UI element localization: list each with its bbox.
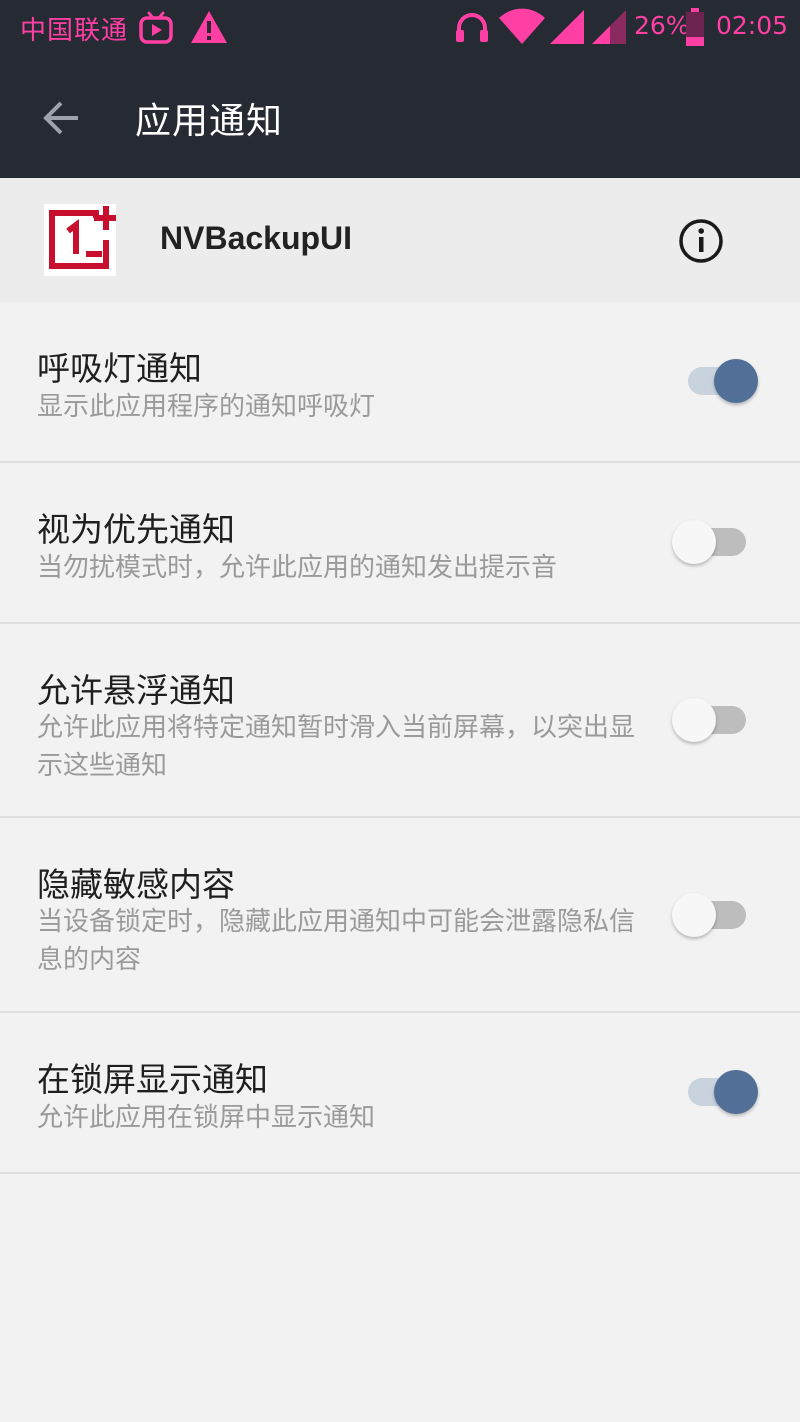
status-bar: 中国联通 26% 02:05	[0, 0, 800, 56]
setting-row-priority[interactable]: 视为优先通知 当勿扰模式时，允许此应用的通知发出提示音	[0, 463, 800, 624]
hide-sensitive-toggle[interactable]	[672, 892, 758, 938]
app-logo	[44, 204, 116, 276]
battery-percent: 26%	[634, 11, 690, 40]
signal-icon	[550, 10, 584, 44]
clock: 02:05	[716, 11, 789, 40]
back-button[interactable]	[30, 86, 94, 150]
tv-icon	[139, 11, 173, 44]
setting-title: 允许悬浮通知	[37, 671, 235, 710]
headphones-icon	[456, 13, 488, 42]
setting-subtitle: 允许此应用在锁屏中显示通知	[37, 1103, 376, 1133]
setting-subtitle: 当设备锁定时，隐藏此应用通知中可能会泄露隐私信息的内容	[37, 907, 636, 975]
wifi-icon	[499, 8, 545, 44]
app-name: NVBackupUI	[160, 220, 353, 256]
info-icon[interactable]	[678, 218, 724, 264]
setting-row-lock-screen[interactable]: 在锁屏显示通知 允许此应用在锁屏中显示通知	[0, 1013, 800, 1174]
page-title: 应用通知	[135, 101, 284, 142]
warning-icon	[191, 11, 227, 43]
setting-subtitle: 显示此应用程序的通知呼吸灯	[37, 392, 376, 422]
setting-title: 呼吸灯通知	[37, 349, 202, 388]
setting-row-heads-up[interactable]: 允许悬浮通知 允许此应用将特定通知暂时滑入当前屏幕，以突出显示这些通知	[0, 624, 800, 818]
setting-row-hide-sensitive[interactable]: 隐藏敏感内容 当设备锁定时，隐藏此应用通知中可能会泄露隐私信息的内容	[0, 818, 800, 1013]
setting-subtitle: 当勿扰模式时，允许此应用的通知发出提示音	[37, 553, 558, 583]
setting-title: 隐藏敏感内容	[37, 865, 235, 904]
signal-icon	[592, 10, 626, 44]
setting-row-breathing-light[interactable]: 呼吸灯通知 显示此应用程序的通知呼吸灯	[0, 302, 800, 463]
heads-up-toggle[interactable]	[672, 697, 758, 743]
setting-title: 在锁屏显示通知	[37, 1060, 268, 1099]
setting-title: 视为优先通知	[37, 510, 235, 549]
carrier-label: 中国联通	[20, 16, 129, 46]
lock-screen-toggle[interactable]	[682, 1069, 758, 1115]
app-header: NVBackupUI	[0, 178, 800, 302]
setting-subtitle: 允许此应用将特定通知暂时滑入当前屏幕，以突出显示这些通知	[37, 713, 636, 781]
arrow-left-icon	[43, 101, 78, 135]
battery-icon	[686, 8, 704, 46]
toolbar: 应用通知	[0, 56, 800, 178]
breathing-light-toggle[interactable]	[682, 358, 758, 404]
priority-toggle[interactable]	[672, 519, 758, 565]
